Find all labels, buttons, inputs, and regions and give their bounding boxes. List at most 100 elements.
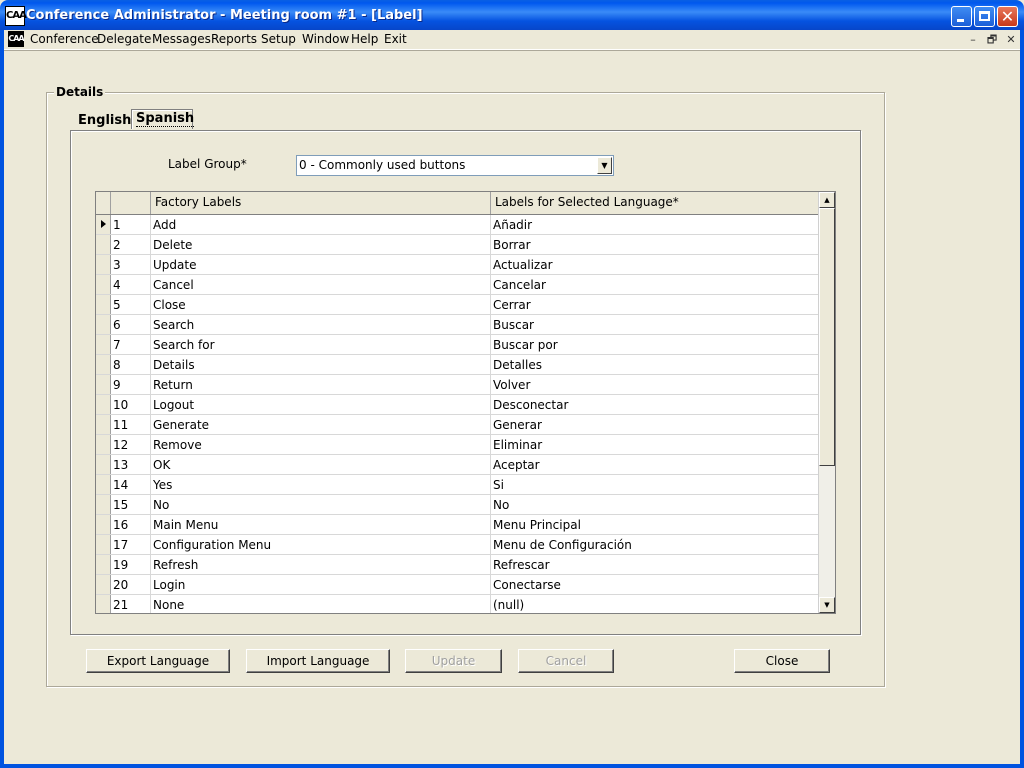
row-selector[interactable] — [96, 475, 111, 494]
table-row[interactable]: 4 Cancel Cancelar — [96, 275, 819, 295]
row-selector[interactable] — [96, 275, 111, 294]
row-number-cell[interactable]: 12 — [111, 435, 151, 454]
row-selector[interactable] — [96, 515, 111, 534]
factory-label-cell[interactable]: Login — [151, 575, 491, 594]
tab-spanish[interactable]: Spanish — [131, 109, 195, 129]
language-label-cell[interactable]: Refrescar — [491, 555, 819, 574]
factory-label-cell[interactable]: Delete — [151, 235, 491, 254]
table-row[interactable]: 12 Remove Eliminar — [96, 435, 819, 455]
menu-conference[interactable]: Conference — [30, 32, 99, 46]
table-row[interactable]: 9 Return Volver — [96, 375, 819, 395]
factory-label-cell[interactable]: Details — [151, 355, 491, 374]
table-row[interactable]: 2 Delete Borrar — [96, 235, 819, 255]
row-number-cell[interactable]: 20 — [111, 575, 151, 594]
factory-label-cell[interactable]: Close — [151, 295, 491, 314]
row-selector[interactable] — [96, 315, 111, 334]
factory-label-cell[interactable]: Add — [151, 215, 491, 234]
row-number-cell[interactable]: 1 — [111, 215, 151, 234]
factory-label-cell[interactable]: Update — [151, 255, 491, 274]
menu-exit[interactable]: Exit — [384, 32, 407, 46]
table-row[interactable]: 13 OK Aceptar — [96, 455, 819, 475]
language-label-cell[interactable]: Si — [491, 475, 819, 494]
app-icon[interactable]: CAA — [5, 6, 27, 26]
update-button[interactable]: Update — [405, 649, 502, 673]
row-selector[interactable] — [96, 535, 111, 554]
language-label-cell[interactable]: Buscar por — [491, 335, 819, 354]
row-number-cell[interactable]: 3 — [111, 255, 151, 274]
header-number[interactable] — [111, 192, 151, 214]
minimize-button[interactable] — [951, 6, 972, 27]
table-row[interactable]: 10 Logout Desconectar — [96, 395, 819, 415]
row-number-cell[interactable]: 15 — [111, 495, 151, 514]
row-number-cell[interactable]: 8 — [111, 355, 151, 374]
grid-scrollbar[interactable]: ▲ ▼ — [818, 192, 835, 613]
header-factory-labels[interactable]: Factory Labels — [151, 192, 491, 214]
row-selector[interactable] — [96, 555, 111, 574]
row-selector[interactable] — [96, 435, 111, 454]
row-selector[interactable] — [96, 395, 111, 414]
row-selector[interactable] — [96, 215, 111, 234]
row-selector[interactable] — [96, 595, 111, 613]
language-label-cell[interactable]: Borrar — [491, 235, 819, 254]
row-number-cell[interactable]: 16 — [111, 515, 151, 534]
row-number-cell[interactable]: 10 — [111, 395, 151, 414]
factory-label-cell[interactable]: No — [151, 495, 491, 514]
language-label-cell[interactable]: Generar — [491, 415, 819, 434]
language-label-cell[interactable]: (null) — [491, 595, 819, 613]
close-window-button[interactable]: ✕ — [997, 6, 1018, 27]
chevron-down-icon[interactable]: ▼ — [597, 157, 612, 174]
factory-label-cell[interactable]: Main Menu — [151, 515, 491, 534]
row-number-cell[interactable]: 17 — [111, 535, 151, 554]
language-label-cell[interactable]: Menu de Configuración — [491, 535, 819, 554]
title-bar[interactable]: CAA Conference Administrator - Meeting r… — [0, 0, 1024, 30]
cancel-button[interactable]: Cancel — [518, 649, 614, 673]
menu-window[interactable]: Window — [302, 32, 349, 46]
table-row[interactable]: 8 Details Detalles — [96, 355, 819, 375]
factory-label-cell[interactable]: Return — [151, 375, 491, 394]
tab-english[interactable]: English — [75, 112, 134, 129]
factory-label-cell[interactable]: Refresh — [151, 555, 491, 574]
factory-label-cell[interactable]: Search for — [151, 335, 491, 354]
row-number-cell[interactable]: 2 — [111, 235, 151, 254]
row-number-cell[interactable]: 11 — [111, 415, 151, 434]
row-number-cell[interactable]: 14 — [111, 475, 151, 494]
row-selector[interactable] — [96, 455, 111, 474]
language-label-cell[interactable]: Actualizar — [491, 255, 819, 274]
import-language-button[interactable]: Import Language — [246, 649, 390, 673]
table-row[interactable]: 15 No No — [96, 495, 819, 515]
factory-label-cell[interactable]: Cancel — [151, 275, 491, 294]
row-selector[interactable] — [96, 355, 111, 374]
language-label-cell[interactable]: Desconectar — [491, 395, 819, 414]
scroll-thumb[interactable] — [819, 208, 835, 466]
row-selector[interactable] — [96, 335, 111, 354]
language-label-cell[interactable]: Volver — [491, 375, 819, 394]
language-label-cell[interactable]: Detalles — [491, 355, 819, 374]
row-selector[interactable] — [96, 295, 111, 314]
table-row[interactable]: 19 Refresh Refrescar — [96, 555, 819, 575]
language-label-cell[interactable]: Conectarse — [491, 575, 819, 594]
language-label-cell[interactable]: Cerrar — [491, 295, 819, 314]
header-labels-for-selected-language[interactable]: Labels for Selected Language* — [491, 192, 819, 214]
factory-label-cell[interactable]: Generate — [151, 415, 491, 434]
factory-label-cell[interactable]: None — [151, 595, 491, 613]
language-label-cell[interactable]: Eliminar — [491, 435, 819, 454]
scroll-down-icon[interactable]: ▼ — [819, 597, 835, 613]
row-number-cell[interactable]: 5 — [111, 295, 151, 314]
row-number-cell[interactable]: 4 — [111, 275, 151, 294]
row-number-cell[interactable]: 21 — [111, 595, 151, 613]
table-row[interactable]: 7 Search for Buscar por — [96, 335, 819, 355]
label-group-select[interactable]: 0 - Commonly used buttons ▼ — [296, 155, 614, 176]
mdi-close-icon[interactable]: ✕ — [1004, 33, 1018, 46]
table-row[interactable]: 3 Update Actualizar — [96, 255, 819, 275]
language-label-cell[interactable]: Buscar — [491, 315, 819, 334]
factory-label-cell[interactable]: Logout — [151, 395, 491, 414]
close-button[interactable]: Close — [734, 649, 830, 673]
row-selector[interactable] — [96, 415, 111, 434]
factory-label-cell[interactable]: Remove — [151, 435, 491, 454]
menu-help[interactable]: Help — [351, 32, 378, 46]
factory-label-cell[interactable]: Search — [151, 315, 491, 334]
factory-label-cell[interactable]: OK — [151, 455, 491, 474]
mdi-restore-icon[interactable]: 🗗 — [985, 33, 999, 46]
menu-messages[interactable]: Messages — [152, 32, 211, 46]
table-row[interactable]: 1 Add Añadir — [96, 215, 819, 235]
